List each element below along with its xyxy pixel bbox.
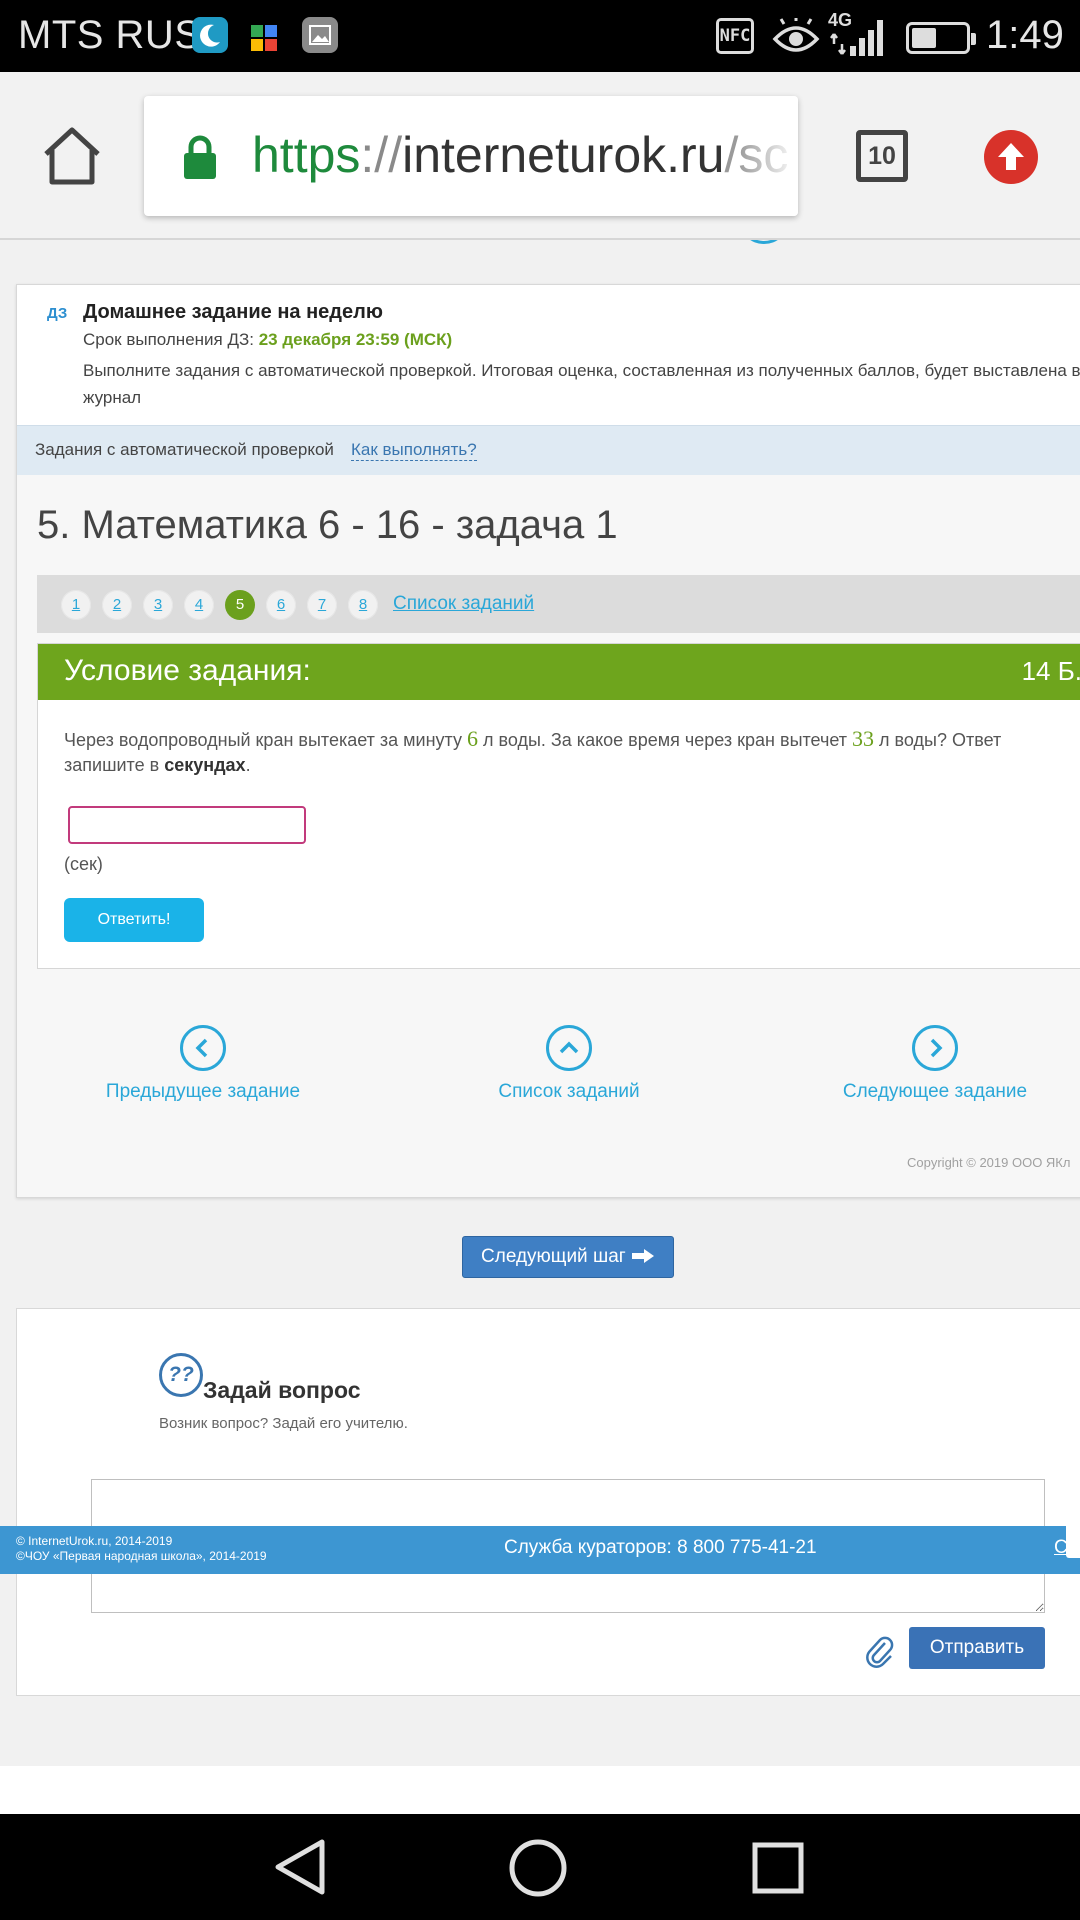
next-task-link[interactable]: Следующее задание [805,1025,1065,1103]
task-pager: 1 2 3 4 5 6 7 8 Список заданий [37,575,1080,633]
page-link-6[interactable]: 6 [266,590,296,620]
eye-icon [772,18,820,61]
answer-button[interactable]: Ответить! [64,898,204,942]
value-liters-per-minute: 6 [466,726,478,751]
url-text: https://interneturok.ru/sc [252,127,788,183]
unit-label: (сек) [64,854,103,874]
answer-input[interactable] [68,806,306,844]
system-navigation-bar [0,1814,1080,1920]
puzzle-app-icon [247,17,283,53]
paperclip-icon[interactable] [865,1635,895,1669]
page-link-3[interactable]: 3 [143,590,173,620]
carrier-name: MTS RUS [18,13,202,57]
next-step-button[interactable]: Следующий шаг [462,1236,674,1278]
condition-text: Через водопроводный кран вытекает за мин… [64,726,1002,775]
points-badge: 14 Б. [1021,656,1080,686]
home-icon[interactable] [40,124,104,188]
lock-icon [182,134,218,180]
scroll-top-icon[interactable] [740,240,788,244]
ask-question-card: ?? Задай вопрос Возник вопрос? Задай его… [16,1308,1080,1696]
task-list-nav-link[interactable]: Список заданий [439,1025,699,1103]
auto-check-bar: Задания с автоматической проверкой Как в… [17,425,1080,475]
question-icon: ?? [159,1353,203,1397]
homework-header: ДЗ Домашнее задание на неделю Срок выпол… [17,285,1080,425]
page-link-1[interactable]: 1 [61,590,91,620]
send-button[interactable]: Отправить [909,1627,1045,1669]
chevron-left-icon [180,1025,226,1071]
page-link-2[interactable]: 2 [102,590,132,620]
home-circle-icon[interactable] [508,1838,568,1903]
auto-check-label: Задания с автоматической проверкой [35,440,334,459]
condition-title: Условие задания: [64,654,311,687]
task-title: 5. Математика 6 - 16 - задача 1 [37,503,618,547]
how-to-link[interactable]: Как выполнять? [351,440,477,461]
page-link-7[interactable]: 7 [307,590,337,620]
site-footer: © InternetUrok.ru, 2014-2019 ©ЧОУ «Перва… [0,1526,1080,1574]
arrow-right-icon [631,1249,654,1263]
copyright-text: Copyright © 2019 ООО ЯКл [907,1155,1071,1170]
ask-question-title: Задай вопрос [203,1377,361,1403]
homework-deadline: Срок выполнения ДЗ: 23 декабря 23:59 (МС… [83,330,453,349]
homework-tag: ДЗ [47,305,68,322]
homework-title: Домашнее задание на неделю [83,301,383,323]
prev-task-link[interactable]: Предыдущее задание [73,1025,333,1103]
nfc-icon: NFC [716,18,754,54]
ask-question-subtitle: Возник вопрос? Задай его учителю. [159,1415,408,1432]
page-link-8[interactable]: 8 [348,590,378,620]
tab-switcher-button[interactable]: 10 [856,130,908,182]
url-bar[interactable]: https://interneturok.ru/sc [144,96,798,216]
chevron-right-icon [912,1025,958,1071]
value-total-liters: 33 [852,726,875,751]
chevron-up-icon [546,1025,592,1071]
browser-toolbar: https://interneturok.ru/sc 10 [0,72,1080,240]
homework-card: ДЗ Домашнее задание на неделю Срок выпол… [16,284,1080,1198]
side-tab[interactable] [1066,1522,1080,1558]
footer-copyright: © InternetUrok.ru, 2014-2019 ©ЧОУ «Перва… [16,1534,267,1563]
recent-apps-icon[interactable] [752,1842,804,1899]
status-bar: MTS RUS NFC 4G 1:49 [0,0,1080,72]
condition-header: Условие задания: 14 Б. [38,644,1080,700]
condition-box: Условие задания: 14 Б. Через водопроводн… [37,643,1080,969]
upload-arrow-icon[interactable] [984,130,1038,184]
homework-description: Выполните задания с автоматической прове… [83,361,1080,407]
moon-app-icon [192,17,228,53]
page-link-5-active[interactable]: 5 [225,590,255,620]
task-list-link[interactable]: Список заданий [393,593,534,615]
curators-phone: Служба кураторов: 8 800 775-41-21 [504,1537,817,1558]
page-link-4[interactable]: 4 [184,590,214,620]
back-icon[interactable] [272,1838,328,1901]
battery-icon [906,22,976,54]
clock: 1:49 [986,13,1064,57]
signal-icon [830,12,890,63]
gallery-app-icon [302,17,338,53]
